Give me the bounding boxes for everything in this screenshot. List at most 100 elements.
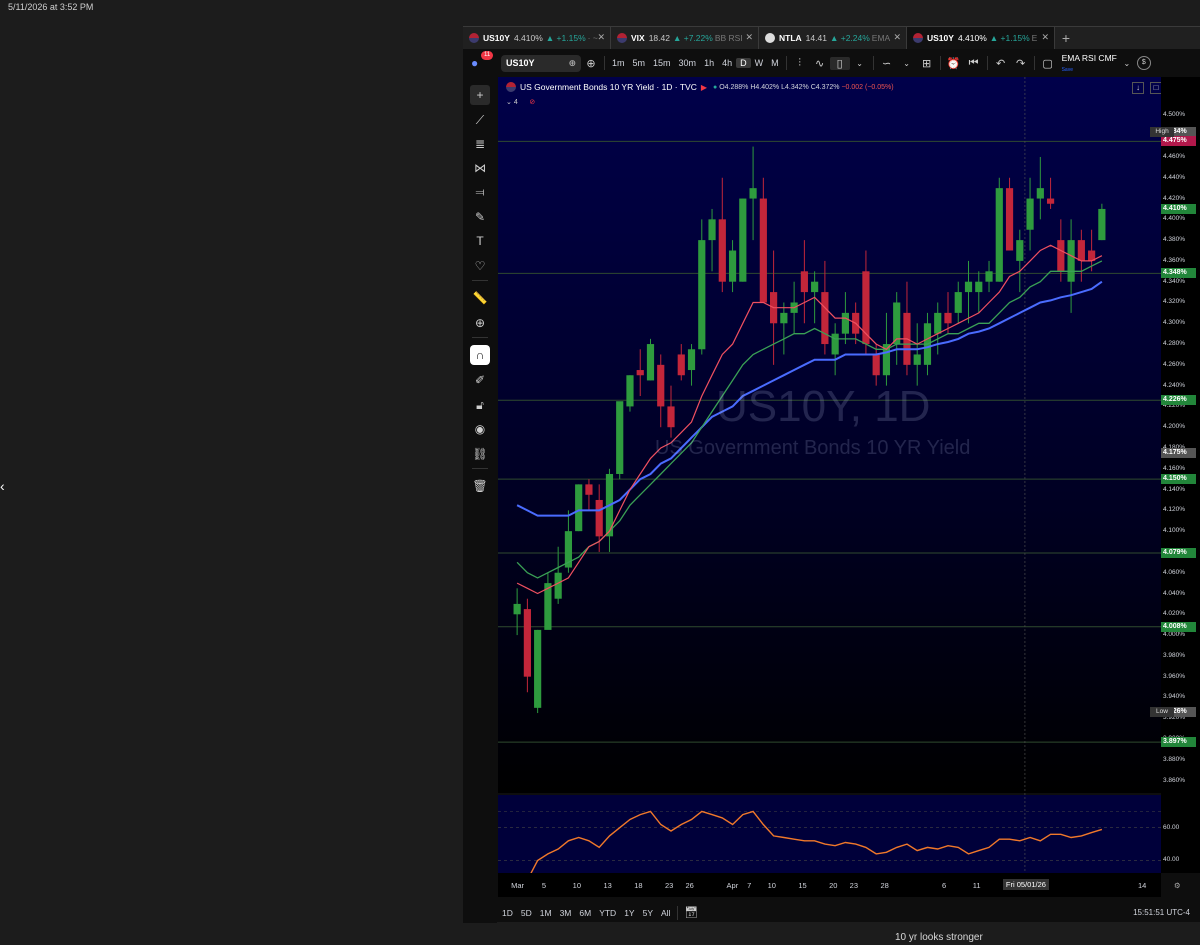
templates-grid-icon[interactable]: ⊞	[917, 57, 937, 70]
time-axis[interactable]: Mar 5 10 13 18 23 26 Apr 7 10 15 20 23 28 Fri 05/01/26…	[498, 873, 1181, 897]
plus-icon[interactable]: +	[1055, 27, 1077, 49]
range-ytd[interactable]: YTD	[595, 908, 620, 918]
tab-extra: EMA	[871, 33, 891, 43]
range-1d[interactable]: 1D	[498, 908, 517, 918]
timeframe-15m[interactable]: 15m	[649, 58, 675, 68]
replay-icon[interactable]: ⏮	[964, 57, 984, 70]
indicator-template-name[interactable]: EMA RSI CMF Save	[1062, 53, 1117, 73]
fib-icon[interactable]: ≣	[470, 134, 490, 154]
close-icon[interactable]: ✕	[891, 32, 901, 43]
trendline-icon[interactable]: ⟋	[470, 110, 490, 130]
undo-icon[interactable]: ↶	[991, 57, 1011, 70]
tab-us10y-2[interactable]: US10Y 4.410% ▲ +1.15% E ✕	[907, 27, 1055, 49]
range-5y[interactable]: 5Y	[639, 908, 657, 918]
timeframe-m[interactable]: M	[767, 58, 783, 68]
close-icon[interactable]: ✕	[1039, 32, 1049, 43]
tab-ntla[interactable]: NTLA 14.41 ▲ +2.24% EMA ✕	[759, 27, 907, 49]
magnet-icon[interactable]: ∩	[470, 345, 490, 365]
candle-body	[964, 281, 973, 293]
projection-icon[interactable]: ⫤	[470, 182, 490, 202]
chevron-left-icon[interactable]: ‹	[0, 477, 12, 495]
price-tick-label: 3.980%	[1163, 651, 1186, 659]
range-6m[interactable]: 6M	[575, 908, 595, 918]
redo-icon[interactable]: ↷	[1011, 57, 1031, 70]
template-chevron-down-icon[interactable]: ⌄	[1117, 59, 1137, 68]
layout-square-icon[interactable]: ▢	[1038, 57, 1058, 70]
candles-icon[interactable]: ▯	[829, 56, 850, 70]
timeframe-1m[interactable]: 1m	[608, 58, 629, 68]
price-tag: 4.348%	[1161, 268, 1196, 279]
close-icon[interactable]: ✕	[595, 32, 605, 43]
tab-change: ▲ +7.22%	[672, 33, 713, 43]
close-icon[interactable]: ✕	[743, 32, 753, 43]
heart-icon[interactable]: ♡	[470, 256, 490, 276]
candle-body	[800, 271, 808, 293]
bar-type-icon[interactable]: ⫶	[790, 57, 810, 70]
chevron-down-icon[interactable]: ⌄	[850, 59, 870, 68]
range-5d[interactable]: 5D	[517, 908, 536, 918]
timeframe-5m[interactable]: 5m	[629, 58, 650, 68]
indicators-icon[interactable]: ∽	[877, 57, 897, 70]
range-3m[interactable]: 3M	[556, 908, 576, 918]
chart-pane[interactable]: 𝟏𝟕	[498, 77, 1161, 873]
price-tag: 4.226%	[1161, 395, 1196, 406]
cash-icon[interactable]: $	[1136, 56, 1151, 70]
pattern-icon[interactable]: ⋈	[470, 158, 490, 178]
tab-value: 18.42	[648, 33, 670, 43]
timeframe-w[interactable]: W	[751, 58, 768, 68]
candle-body	[811, 281, 819, 293]
timeframe-30m[interactable]: 30m	[675, 58, 701, 68]
price-tag: 4.475%	[1161, 136, 1196, 147]
candle-body	[913, 354, 921, 365]
timeframe-1h[interactable]: 1h	[700, 58, 718, 68]
trash-icon[interactable]: 🗑︎	[470, 476, 490, 496]
us-flag-icon	[469, 33, 479, 43]
drawbar-divider	[472, 337, 488, 338]
settings-icon[interactable]: ⚙	[1174, 881, 1181, 890]
timeframe-4h[interactable]: 4h	[718, 58, 736, 68]
eye-icon[interactable]: ◉	[470, 419, 490, 439]
zoom-icon[interactable]: ⊕	[470, 313, 490, 333]
price-tick-label: 4.060%	[1163, 568, 1186, 576]
legend-ohlc: ● O4.288% H4.402% L4.342% C4.372% −0.002…	[713, 83, 894, 91]
candle-body	[1026, 198, 1034, 230]
ruler-icon[interactable]: 📏	[470, 288, 490, 308]
indicator-template-sub: Save	[1061, 67, 1073, 73]
candle-body	[554, 572, 562, 599]
range-1y[interactable]: 1Y	[620, 908, 638, 918]
price-chart[interactable]	[498, 77, 1161, 873]
price-tick-label: 4.380%	[1163, 236, 1186, 244]
alert-icon[interactable]: ⏰	[944, 57, 964, 70]
price-tick-label: 4.280%	[1163, 340, 1186, 348]
lock-icon[interactable]: 🔓︎	[470, 395, 490, 415]
calendar-icon[interactable]: 📅︎	[681, 906, 701, 919]
pencil-lock-icon[interactable]: ✐	[470, 370, 490, 390]
timeframe-d[interactable]: D	[736, 58, 751, 68]
symbol-search-input[interactable]: US10Y ⊕	[501, 54, 581, 72]
text-icon[interactable]: T	[470, 231, 490, 251]
crosshair-icon[interactable]: +	[470, 85, 490, 105]
range-1m[interactable]: 1M	[536, 908, 556, 918]
range-all[interactable]: All	[657, 908, 674, 918]
compare-plus-icon[interactable]: ⊕	[581, 57, 601, 70]
price-tick-label: 4.420%	[1163, 194, 1186, 202]
price-scale[interactable]: 4.500%4.480%4.460%4.440%4.420%4.400%4.38…	[1161, 77, 1200, 873]
user-avatar-icon[interactable]: ● 11	[471, 51, 494, 71]
legend-change: −0.002 (−0.05%)	[841, 83, 894, 91]
us-flag-icon	[913, 33, 923, 43]
candle-body	[954, 292, 962, 313]
tab-vix[interactable]: VIX 18.42 ▲ +7.22% BB RSI ✕	[611, 27, 759, 49]
candle-body	[1005, 188, 1014, 251]
price-tick-label: 3.860%	[1163, 776, 1186, 784]
time-tick-label: 6	[941, 881, 947, 890]
favorite-icon[interactable]: ⌄	[897, 59, 917, 68]
candle-body	[821, 292, 829, 345]
collapse-icon[interactable]: ↓	[1132, 82, 1144, 94]
indicators-toggle[interactable]: ⌄ 4 ⊘	[506, 98, 535, 106]
link-icon[interactable]: ⛓︎	[470, 444, 490, 464]
line-chart-icon[interactable]: ∿	[810, 57, 830, 70]
tab-us10y-1[interactable]: US10Y 4.410% ▲ +1.15% · ~ ✕	[463, 27, 611, 49]
time-tick-label: 5	[541, 881, 547, 890]
brush-icon[interactable]: ✎	[470, 207, 490, 227]
candle-body	[749, 188, 757, 199]
